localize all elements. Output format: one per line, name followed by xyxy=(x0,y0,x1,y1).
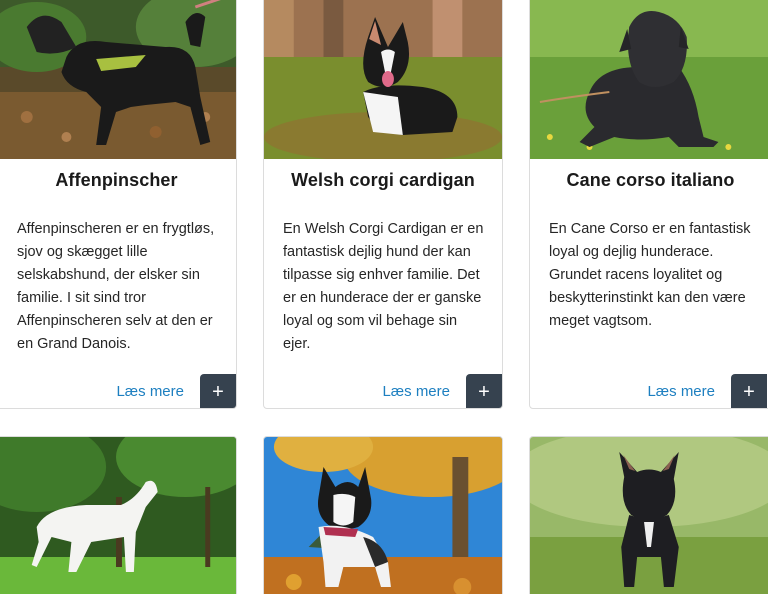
card-description: Affenpinscheren er en frygtløs, sjov og … xyxy=(17,221,215,352)
breed-card-french-bulldog-1 xyxy=(263,436,503,594)
affenpinscher-photo[interactable] xyxy=(0,0,236,159)
breed-card-cane-corso: Cane corso italiano En Cane Corso er en … xyxy=(529,0,768,409)
french-bulldog-photo[interactable] xyxy=(264,437,502,594)
card-title: Cane corso italiano xyxy=(566,170,735,190)
add-button[interactable]: + xyxy=(466,374,502,408)
card-title: Affenpinscher xyxy=(55,170,178,190)
french-bulldog-black-photo[interactable] xyxy=(530,437,768,594)
card-description: En Welsh Corgi Cardigan er en fantastisk… xyxy=(283,221,484,352)
breed-card-affenpinscher: Affenpinscher Affenpinscheren er en fryg… xyxy=(0,0,237,409)
breed-card-borzoi xyxy=(0,436,237,594)
card-description: En Cane Corso er en fantastisk loyal og … xyxy=(549,221,751,329)
plus-icon: + xyxy=(212,381,224,403)
plus-icon: + xyxy=(743,381,755,403)
read-more-link[interactable]: Læs mere xyxy=(116,383,184,400)
add-button[interactable]: + xyxy=(731,374,767,408)
borzoi-photo[interactable] xyxy=(0,437,236,594)
plus-icon: + xyxy=(478,381,490,403)
welsh-corgi-photo[interactable] xyxy=(264,0,502,159)
card-title: Welsh corgi cardigan xyxy=(291,170,475,190)
breed-card-french-bulldog-2 xyxy=(529,436,768,594)
breed-card-welsh-corgi: Welsh corgi cardigan En Welsh Corgi Card… xyxy=(263,0,503,409)
read-more-link[interactable]: Læs mere xyxy=(647,383,715,400)
cane-corso-photo[interactable] xyxy=(530,0,768,159)
read-more-link[interactable]: Læs mere xyxy=(382,383,450,400)
add-button[interactable]: + xyxy=(200,374,236,408)
